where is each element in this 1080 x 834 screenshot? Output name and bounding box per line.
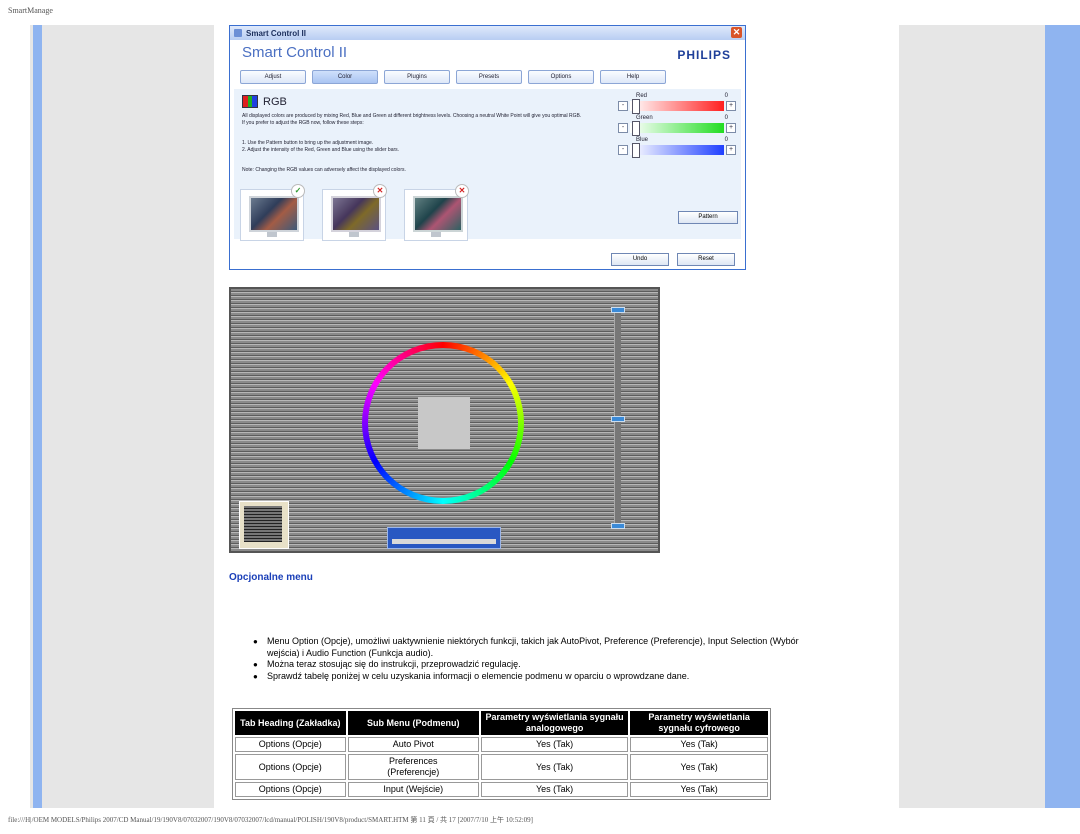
rgb-panel: RGB All displayed colors are produced by… (234, 89, 741, 241)
cross-icon: ✕ (373, 184, 387, 198)
table-cell: Yes (Tak) (630, 754, 768, 780)
blue-slider-row: Blue 0 - + (618, 137, 736, 159)
table-cell: Yes (Tak) (630, 782, 768, 797)
monitor-stand (267, 232, 277, 237)
mini-control-row (392, 539, 496, 544)
page-header-title: SmartManage (8, 6, 53, 15)
tab-color[interactable]: Color (312, 70, 378, 84)
vertical-slider-knob-top[interactable] (611, 307, 625, 313)
window-title: Smart Control II (246, 28, 307, 38)
table-cell: Options (Opcje) (235, 782, 346, 797)
right-margin-panel (899, 25, 1045, 808)
rgb-step-1: 1. Use the Pattern button to bring up th… (242, 140, 374, 146)
table-header-cell: Sub Menu (Podmenu) (347, 711, 479, 735)
app-header: Smart Control II PHILIPS (230, 40, 745, 70)
list-item: Sprawdź tabelę poniżej w celu uzyskania … (253, 671, 813, 683)
options-bullet-list: Menu Option (Opcje), umożliwi uaktywnien… (253, 636, 813, 682)
smart-control-window: Smart Control II ✕ Smart Control II PHIL… (229, 25, 746, 270)
page-footer-path: file:///H|/OEM MODELS/Philips 2007/CD Ma… (8, 816, 533, 824)
tab-help[interactable]: Help (600, 70, 666, 84)
table-cell: Auto Pivot (347, 737, 479, 752)
table-cell: Options (Opcje) (235, 737, 346, 752)
cross-icon: ✕ (455, 184, 469, 198)
options-table: Tab Heading (Zakładka) Sub Menu (Podmenu… (232, 708, 771, 800)
vertical-slider-knob-middle[interactable] (611, 416, 625, 422)
rgb-step-2: 2. Adjust the intensity of the Red, Gree… (242, 147, 400, 153)
red-minus-button[interactable]: - (618, 101, 628, 111)
green-slider-thumb[interactable] (632, 121, 640, 136)
table-row: Options (Opcje) Auto Pivot Yes (Tak) Yes… (235, 737, 768, 752)
tab-adjust[interactable]: Adjust (240, 70, 306, 84)
pattern-button[interactable]: Pattern (678, 211, 738, 224)
table-header-cell: Tab Heading (Zakładka) (235, 711, 346, 735)
rgb-description: All displayed colors are produced by mix… (242, 113, 582, 126)
left-accent-bar (33, 25, 42, 808)
table-cell: Yes (Tak) (480, 737, 629, 752)
gray-center-square (418, 397, 470, 449)
table-cell: Preferences (Preferencje) (347, 754, 479, 780)
table-cell: Options (Opcje) (235, 754, 346, 780)
table-row: Options (Opcje) Preferences (Preferencje… (235, 754, 768, 780)
green-slider-track[interactable] (630, 123, 724, 133)
red-slider-row: Red 0 - + (618, 93, 736, 115)
green-slider-row: Green 0 - + (618, 115, 736, 137)
red-slider-thumb[interactable] (632, 99, 640, 114)
undo-button[interactable]: Undo (611, 253, 669, 266)
left-margin-panel (30, 25, 214, 808)
tab-options[interactable]: Options (528, 70, 594, 84)
monitor-stand (431, 232, 441, 237)
preview-image (331, 196, 381, 232)
table-cell: Yes (Tak) (480, 782, 629, 797)
panel-title: RGB (263, 95, 287, 108)
blue-slider-track[interactable] (630, 145, 724, 155)
table-row: Options (Opcje) Input (Wejście) Yes (Tak… (235, 782, 768, 797)
rgb-note: Note: Changing the RGB values can advers… (242, 167, 406, 173)
blue-minus-button[interactable]: - (618, 145, 628, 155)
table-cell: Input (Wejście) (347, 782, 479, 797)
close-icon[interactable]: ✕ (731, 27, 742, 38)
monitor-stand (349, 232, 359, 237)
check-icon: ✓ (291, 184, 305, 198)
preview-image (413, 196, 463, 232)
brand-logo: PHILIPS (677, 48, 731, 62)
preview-thumbnails: ✓ ✕ ✕ (240, 184, 469, 241)
window-titlebar: Smart Control II ✕ (230, 26, 745, 40)
table-cell: Yes (Tak) (480, 754, 629, 780)
app-name: Smart Control II (242, 44, 348, 61)
green-plus-button[interactable]: + (726, 123, 736, 133)
table-header-cell: Parametry wyświetlania sygnału cyfrowego (630, 711, 768, 735)
tab-plugins[interactable]: Plugins (384, 70, 450, 84)
preview-thumbnail[interactable]: ✓ (240, 184, 305, 241)
options-heading: Opcjonalne menu (229, 572, 313, 583)
red-slider-track[interactable] (630, 101, 724, 111)
blue-plus-button[interactable]: + (726, 145, 736, 155)
mini-preview-grid (244, 506, 282, 542)
rgb-sliders: Red 0 - + Green 0 - + Blue 0 - + (618, 93, 736, 159)
preview-image (249, 196, 299, 232)
green-value: 0 (724, 115, 728, 121)
list-item: Można teraz stosując się do instrukcji, … (253, 659, 813, 671)
rgb-pattern-screenshot (229, 287, 660, 553)
preview-thumbnail[interactable]: ✕ (404, 184, 469, 241)
vertical-slider-knob-bottom[interactable] (611, 523, 625, 529)
blue-slider-thumb[interactable] (632, 143, 640, 158)
table-header-row: Tab Heading (Zakładka) Sub Menu (Podmenu… (235, 711, 768, 735)
rgb-icon (242, 95, 258, 108)
mini-preview (239, 501, 289, 549)
rgb-heading: RGB (242, 95, 287, 108)
preview-thumbnail[interactable]: ✕ (322, 184, 387, 241)
list-item: Menu Option (Opcje), umożliwi uaktywnien… (253, 636, 813, 659)
tab-presets[interactable]: Presets (456, 70, 522, 84)
red-value: 0 (724, 93, 728, 99)
red-plus-button[interactable]: + (726, 101, 736, 111)
table-header-cell: Parametry wyświetlania sygnału analogowe… (480, 711, 629, 735)
blue-value: 0 (724, 137, 728, 143)
right-accent-bar (1045, 25, 1080, 808)
app-icon (234, 29, 242, 37)
tab-bar: Adjust Color Plugins Presets Options Hel… (230, 70, 745, 84)
table-cell: Yes (Tak) (630, 737, 768, 752)
mini-control-bar (387, 527, 501, 549)
green-minus-button[interactable]: - (618, 123, 628, 133)
reset-button[interactable]: Reset (677, 253, 735, 266)
